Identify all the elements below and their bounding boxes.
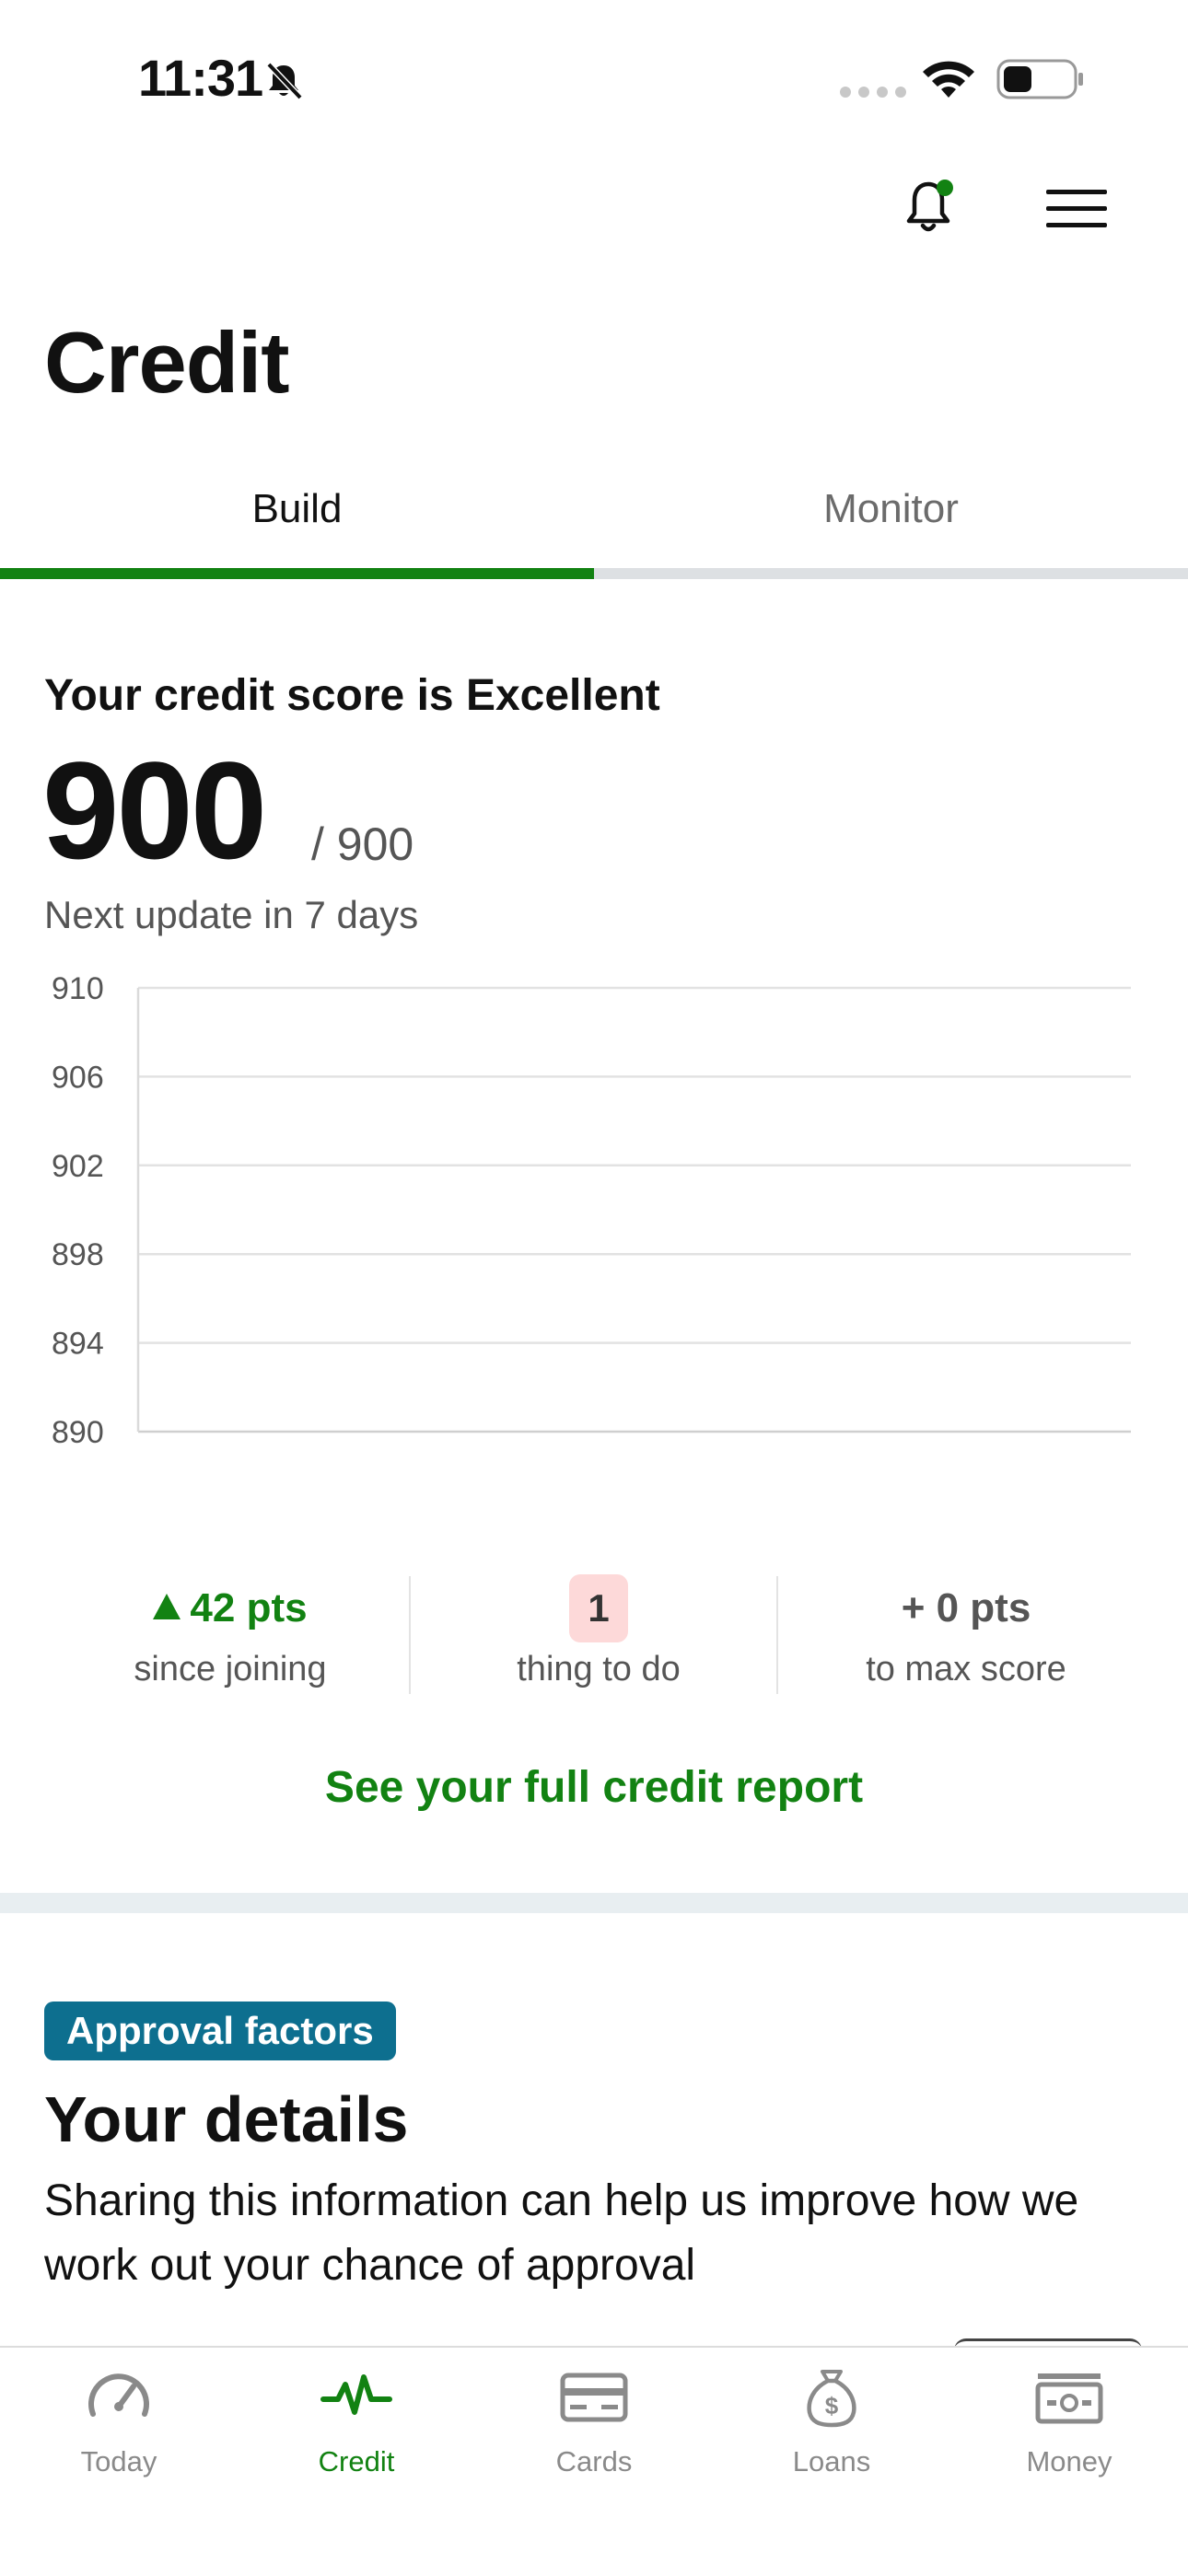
page-title: Credit bbox=[44, 314, 290, 411]
y-tick-label: 890 bbox=[52, 1415, 104, 1450]
y-tick-label: 906 bbox=[52, 1060, 104, 1095]
tab-monitor[interactable]: Monitor bbox=[594, 486, 1188, 532]
full-credit-report-link[interactable]: See your full credit report bbox=[0, 1762, 1188, 1813]
battery-icon bbox=[996, 59, 1085, 104]
nav-cards[interactable]: Cards bbox=[475, 2364, 713, 2478]
speedometer-icon bbox=[88, 2373, 149, 2417]
points-gained: 42 pts bbox=[190, 1585, 308, 1630]
menu-icon[interactable] bbox=[1044, 188, 1109, 235]
nav-label: Credit bbox=[318, 2445, 395, 2477]
stat-to-max-score: + 0 pts to max score bbox=[782, 1574, 1150, 1689]
stat-since-joining: 42 pts since joining bbox=[46, 1574, 414, 1689]
nav-loans[interactable]: $ Loans bbox=[713, 2364, 950, 2478]
wifi-icon bbox=[919, 57, 978, 106]
stat-divider bbox=[776, 1576, 778, 1694]
your-details-title: Your details bbox=[44, 2083, 409, 2155]
stat-things-to-do[interactable]: 1 thing to do bbox=[414, 1574, 783, 1689]
nav-label: Loans bbox=[792, 2445, 871, 2477]
stat-label: to max score bbox=[866, 1650, 1066, 1688]
cellular-signal-icon bbox=[840, 87, 906, 98]
score-heading: Your credit score is Excellent bbox=[44, 671, 660, 720]
score-max: / 900 bbox=[311, 818, 414, 870]
nav-label: Today bbox=[80, 2445, 157, 2477]
cash-icon bbox=[1035, 2373, 1103, 2424]
y-tick-label: 910 bbox=[52, 971, 104, 1006]
nav-label: Money bbox=[1026, 2445, 1112, 2477]
nav-credit[interactable]: Credit bbox=[238, 2364, 475, 2478]
stat-label: thing to do bbox=[517, 1650, 681, 1688]
next-update-text: Next update in 7 days bbox=[44, 893, 419, 936]
status-time: 11:31 bbox=[138, 49, 263, 107]
nav-today[interactable]: Today bbox=[0, 2364, 238, 2478]
todo-count-badge: 1 bbox=[569, 1574, 628, 1642]
section-divider bbox=[0, 1893, 1188, 1913]
money-bag-icon: $ bbox=[807, 2370, 856, 2428]
card-icon bbox=[560, 2373, 628, 2422]
tab-build[interactable]: Build bbox=[0, 486, 594, 532]
notification-bell-icon[interactable] bbox=[903, 175, 960, 244]
points-to-max: + 0 pts bbox=[901, 1585, 1031, 1630]
y-tick-label: 898 bbox=[52, 1237, 104, 1272]
bell-muted-icon bbox=[263, 61, 304, 106]
approval-factors-badge: Approval factors bbox=[44, 2002, 396, 2060]
svg-text:$: $ bbox=[825, 2392, 839, 2419]
pulse-icon bbox=[320, 2374, 392, 2415]
tab-active-indicator bbox=[0, 568, 594, 579]
nav-label: Cards bbox=[555, 2445, 633, 2477]
stat-divider bbox=[409, 1576, 411, 1694]
y-tick-label: 894 bbox=[52, 1327, 104, 1362]
stat-label: since joining bbox=[134, 1650, 327, 1688]
y-tick-label: 902 bbox=[52, 1149, 104, 1184]
your-details-description: Sharing this information can help us imp… bbox=[44, 2176, 1079, 2290]
up-triangle-icon bbox=[153, 1594, 181, 1619]
nav-money[interactable]: Money bbox=[950, 2364, 1188, 2478]
score-value: 900 bbox=[42, 733, 267, 888]
credit-score-chart: 910 906 902 898 894 890 bbox=[52, 971, 1131, 1450]
